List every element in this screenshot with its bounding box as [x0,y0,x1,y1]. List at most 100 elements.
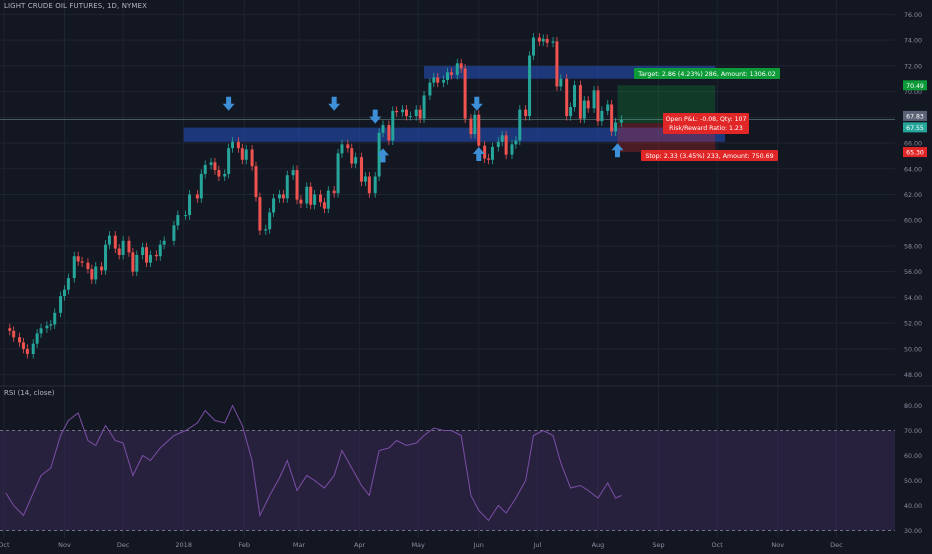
arrow-down-icon [369,109,382,124]
candle-body [31,343,35,354]
time-tick-label: Jul [532,541,541,549]
candle-body [223,173,227,177]
candle-body [172,225,176,241]
candle-body [86,262,90,270]
candle-body [104,244,108,271]
candle-body [436,77,440,83]
candle-body [537,37,541,42]
candle-body [473,114,477,135]
candle-body [387,125,391,141]
candle-body [285,175,289,199]
candle-body [59,296,63,313]
arrow-down-icon [328,96,341,111]
candle-body [281,194,285,199]
candle-body [592,90,596,109]
candle-body [510,144,514,155]
candle-body [277,194,281,199]
candle-body [117,248,121,255]
candle-body [477,114,481,146]
candle-body [528,55,532,117]
price-tick-label: 64.00 [904,166,922,173]
candle-body [227,148,231,174]
candle-body [483,145,487,159]
candle-body [418,109,422,119]
target-price-badge: 70.49 [906,83,924,90]
time-tick-label: Sep [652,541,664,549]
candle-body [309,186,313,205]
candle-body [555,41,559,87]
price-tick-label: 54.00 [904,295,922,302]
price-tick-label: 74.00 [904,38,922,45]
candle-body [188,194,192,216]
time-tick-label: Apr [354,541,366,549]
candle-body [8,328,12,331]
candle-body [53,312,57,325]
candle-body [596,90,600,122]
candle-body [496,141,500,147]
candle-body [551,41,555,43]
candle-body [291,170,295,176]
candle-body [360,157,364,182]
long-position-tool[interactable] [0,85,895,153]
candle-body [203,164,207,174]
candle-body [363,176,367,182]
candle-body [404,109,408,117]
time-tick-label: Feb [239,541,251,549]
time-tick-label: Nov [58,541,71,549]
price-tick-label: 62.00 [904,192,922,199]
candle-body [107,235,111,245]
arrow-down-icon [222,96,235,111]
candle-body [62,289,66,297]
candle-body [305,186,309,204]
rsi-tick-label: 70.00 [904,428,922,435]
candle-body [90,269,94,280]
time-tick-label: 2018 [175,541,192,549]
candle-body [367,176,371,194]
candle-body [199,173,203,199]
candle-body [240,148,244,160]
candle-body [531,37,535,56]
candle-body [606,104,610,111]
price-tick-label: 52.00 [904,321,922,328]
candle-body [524,109,528,117]
candle-body [336,153,340,194]
price-chart[interactable]: Target: 2.86 (4.23%) 286, Amount: 1306.0… [0,0,932,550]
candle-body [614,122,618,132]
candle-body [12,330,16,338]
candle-body [408,116,412,118]
time-tick-label: Aug [592,541,605,549]
candle-body [541,38,545,42]
open-pl-label: Open P&L: -0.08, Qty: 107 [666,116,747,123]
rsi-tick-label: 30.00 [904,528,922,535]
candle-body [264,229,268,231]
candle-body [217,170,221,177]
candle-body [504,135,508,155]
candle-body [446,72,449,81]
price-tick-label: 66.00 [904,141,922,148]
chart-root: Target: 2.86 (4.23%) 286, Amount: 1306.0… [0,0,932,550]
candle-body [318,194,322,203]
arrow-down-icon [470,96,483,111]
candle-body [94,266,98,280]
candle-body [469,118,473,135]
candle-body [463,68,467,119]
candle-body [299,199,303,204]
candle-body [209,162,213,165]
arrow-up-icon [472,147,485,162]
rsi-tick-label: 40.00 [904,503,922,510]
time-tick-label: Dec [117,541,130,549]
candle-body [354,157,358,164]
candle-body [559,78,563,87]
rsi-pane [0,404,895,531]
candle-body [573,85,577,108]
candle-body [80,261,84,263]
rsi-tick-label: 80.00 [904,403,922,410]
candle-body [449,72,453,75]
current-price-badge: 67.83 [906,113,924,120]
candle-body [213,162,217,171]
rsi-tick-label: 50.00 [904,478,922,485]
candle-body [121,240,125,255]
candle-body [184,215,188,217]
candle-body [141,247,145,255]
candle-body [459,63,463,69]
